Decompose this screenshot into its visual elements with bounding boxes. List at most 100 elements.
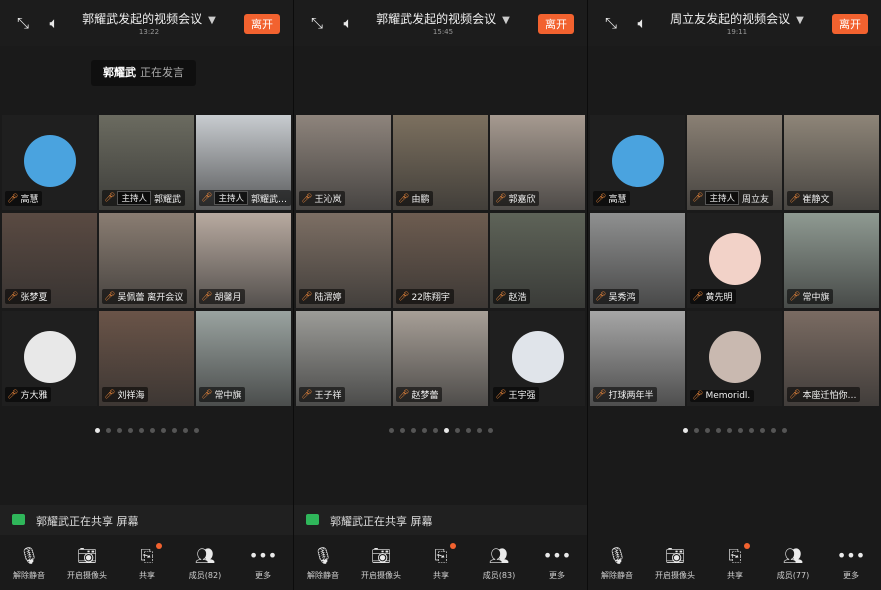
- participant-tile[interactable]: 🎤︎ 胡馨月: [196, 213, 291, 308]
- leave-button[interactable]: 离开: [538, 14, 574, 34]
- page-dot[interactable]: [94, 428, 100, 433]
- leave-button[interactable]: 离开: [244, 14, 280, 34]
- participant-tile[interactable]: 🎤︎ 赵浩: [490, 213, 585, 308]
- page-dot[interactable]: [160, 428, 166, 433]
- screen-share-banner[interactable]: 郭耀武正在共享 屏幕: [294, 505, 587, 535]
- participant-tile[interactable]: 🎤︎ Memoridl.: [687, 311, 782, 406]
- participant-tile[interactable]: 🎤︎ 22陈翔宇: [393, 213, 488, 308]
- page-dot[interactable]: [454, 428, 460, 433]
- participant-tile[interactable]: 🎤︎ 王子祥: [296, 311, 391, 406]
- participant-tile[interactable]: 🎤︎ 常中旗: [196, 311, 291, 406]
- participant-tile[interactable]: 🎤︎ 陆渭婷: [296, 213, 391, 308]
- page-indicator[interactable]: [588, 418, 881, 437]
- minimize-icon[interactable]: ⤡: [306, 12, 328, 34]
- page-dot[interactable]: [682, 428, 688, 433]
- participant-tile[interactable]: 🎤︎ 主持人 周立友: [687, 115, 782, 210]
- minimize-icon[interactable]: ⤡: [600, 12, 622, 34]
- more-button[interactable]: ••• 更多: [534, 546, 580, 581]
- page-dot[interactable]: [388, 428, 394, 433]
- more-button[interactable]: ••• 更多: [240, 546, 286, 581]
- participant-name: 方大雅: [20, 391, 48, 401]
- participant-tile[interactable]: 🎤︎ 打球两年半: [590, 311, 685, 406]
- page-dot[interactable]: [399, 428, 405, 433]
- camera-button[interactable]: 📷︎ 开启摄像头: [358, 546, 404, 581]
- participant-name-tag: 🎤︎ 方大雅: [5, 387, 52, 402]
- participant-tile[interactable]: 🎤︎ 王沁岚: [296, 115, 391, 210]
- participant-tile[interactable]: 🎤︎ 本座迁怕你…: [784, 311, 879, 406]
- participant-tile[interactable]: 🎤︎ 主持人 郭耀武: [99, 115, 194, 210]
- page-dot[interactable]: [105, 428, 111, 433]
- page-dot[interactable]: [748, 428, 754, 433]
- members-button[interactable]: 👥︎ 成员(83): [476, 546, 522, 581]
- page-dot[interactable]: [704, 428, 710, 433]
- page-dot[interactable]: [182, 428, 188, 433]
- participant-tile[interactable]: 🎤︎ 常中旗: [784, 213, 879, 308]
- meeting-title[interactable]: 郭耀武发起的视频会议 ▼: [75, 10, 223, 27]
- leave-button[interactable]: 离开: [832, 14, 868, 34]
- page-dot[interactable]: [759, 428, 765, 433]
- meeting-title[interactable]: 周立友发起的视频会议 ▼: [663, 10, 811, 27]
- participant-tile[interactable]: 🎤︎ 吴佩蕾 离开会议: [99, 213, 194, 308]
- page-dot[interactable]: [726, 428, 732, 433]
- page-dot[interactable]: [116, 428, 122, 433]
- mic-muted-icon: 🎤︎: [104, 291, 116, 302]
- page-dot[interactable]: [465, 428, 471, 433]
- page-dot[interactable]: [487, 428, 493, 433]
- unmute-button[interactable]: 🎙︎ 解除静音: [6, 546, 52, 581]
- participant-name-tag: 🎤︎ 王子祥: [299, 387, 346, 402]
- page-indicator[interactable]: [294, 418, 587, 437]
- members-button[interactable]: 👥︎ 成员(82): [182, 546, 228, 581]
- participant-tile[interactable]: 🎤︎ 崔静文: [784, 115, 879, 210]
- participant-name-tag: 🎤︎ Memoridl.: [690, 390, 755, 402]
- share-button[interactable]: ⎘ 共享: [712, 543, 758, 581]
- unmute-button[interactable]: 🎙︎ 解除静音: [300, 546, 346, 581]
- participant-tile[interactable]: 🎤︎ 黄先明: [687, 213, 782, 308]
- participant-tile[interactable]: 🎤︎ 由鹏: [393, 115, 488, 210]
- page-dot[interactable]: [193, 428, 199, 433]
- participant-tile[interactable]: 🎤︎ 王宇强: [490, 311, 585, 406]
- participant-tile[interactable]: 🎤︎ 郭嘉欣: [490, 115, 585, 210]
- unmute-label: 解除静音: [13, 571, 45, 580]
- page-dot[interactable]: [149, 428, 155, 433]
- speaker-icon[interactable]: 🔈︎: [337, 12, 359, 34]
- page-dot[interactable]: [127, 428, 133, 433]
- page-dot[interactable]: [770, 428, 776, 433]
- participant-tile[interactable]: 🎤︎ 主持人 郭耀武…: [196, 115, 291, 210]
- page-dot[interactable]: [432, 428, 438, 433]
- page-dot[interactable]: [715, 428, 721, 433]
- participant-name: 高慧: [608, 195, 627, 205]
- participant-tile[interactable]: 🎤︎ 吴秀鸿: [590, 213, 685, 308]
- camera-label: 开启摄像头: [361, 571, 401, 580]
- speaker-icon[interactable]: 🔈︎: [43, 12, 65, 34]
- page-dot[interactable]: [737, 428, 743, 433]
- page-dot[interactable]: [476, 428, 482, 433]
- minimize-icon[interactable]: ⤡: [12, 12, 34, 34]
- more-button[interactable]: ••• 更多: [828, 546, 874, 581]
- mic-muted-icon: 🎤︎: [398, 389, 410, 400]
- share-button[interactable]: ⎘ 共享: [418, 543, 464, 581]
- page-dot[interactable]: [421, 428, 427, 433]
- camera-button[interactable]: 📷︎ 开启摄像头: [652, 546, 698, 581]
- page-dot[interactable]: [410, 428, 416, 433]
- participant-tile[interactable]: 🎤︎ 赵梦蕾: [393, 311, 488, 406]
- unmute-button[interactable]: 🎙︎ 解除静音: [594, 546, 640, 581]
- page-indicator[interactable]: [0, 418, 293, 437]
- page-dot[interactable]: [138, 428, 144, 433]
- page-dot[interactable]: [781, 428, 787, 433]
- page-dot[interactable]: [443, 428, 449, 433]
- screen-share-banner[interactable]: 郭耀武正在共享 屏幕: [0, 505, 293, 535]
- participant-name-tag: 🎤︎ 吴秀鸿: [593, 289, 640, 304]
- members-button[interactable]: 👥︎ 成员(77): [770, 546, 816, 581]
- page-dot[interactable]: [693, 428, 699, 433]
- speaker-icon[interactable]: 🔈︎: [631, 12, 653, 34]
- participant-tile[interactable]: 🎤︎ 高慧: [2, 115, 97, 210]
- participant-tile[interactable]: 🎤︎ 刘祥海: [99, 311, 194, 406]
- participant-tile[interactable]: 🎤︎ 高慧: [590, 115, 685, 210]
- meeting-title[interactable]: 郭耀武发起的视频会议 ▼: [369, 10, 517, 27]
- camera-button[interactable]: 📷︎ 开启摄像头: [64, 546, 110, 581]
- participant-tile[interactable]: 🎤︎ 张梦夏: [2, 213, 97, 308]
- participant-tile[interactable]: 🎤︎ 方大雅: [2, 311, 97, 406]
- page-dot[interactable]: [171, 428, 177, 433]
- mic-muted-icon: 🎤︎: [301, 389, 313, 400]
- share-button[interactable]: ⎘ 共享: [124, 543, 170, 581]
